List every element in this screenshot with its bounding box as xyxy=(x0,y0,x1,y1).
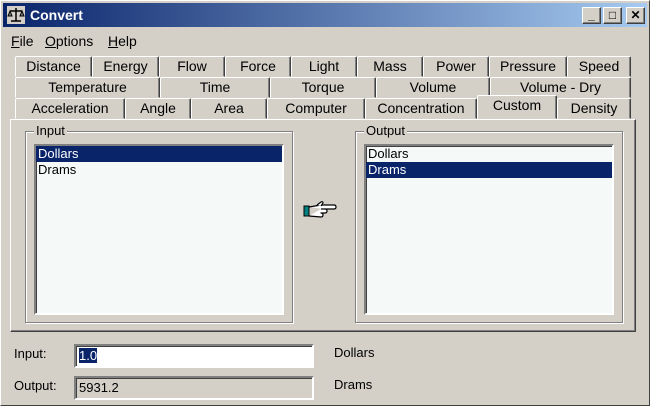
menu-help[interactable]: Help xyxy=(108,33,137,49)
scale-icon xyxy=(7,6,25,24)
tab-force[interactable]: Force xyxy=(225,56,291,77)
tab-pressure[interactable]: Pressure xyxy=(489,56,567,77)
pointing-hand-icon xyxy=(303,201,337,218)
tab-light[interactable]: Light xyxy=(291,56,357,77)
tab-energy[interactable]: Energy xyxy=(92,56,159,77)
convert-window: Convert _ □ ✕ File Options Help Distance… xyxy=(0,0,650,406)
tab-concentration[interactable]: Concentration xyxy=(365,98,477,119)
output-group-label: Output xyxy=(364,123,408,139)
menu-file[interactable]: File xyxy=(11,33,34,49)
list-item[interactable]: Drams xyxy=(36,162,282,178)
close-button[interactable]: ✕ xyxy=(626,7,645,24)
tab-volume[interactable]: Volume xyxy=(376,77,490,98)
list-item[interactable]: Drams xyxy=(366,162,612,178)
tab-torque[interactable]: Torque xyxy=(270,77,376,98)
tab-custom[interactable]: Custom xyxy=(477,95,557,119)
tab-temperature[interactable]: Temperature xyxy=(15,77,160,98)
window-title: Convert xyxy=(30,7,83,23)
tab-distance[interactable]: Distance xyxy=(15,56,92,77)
input-value-field[interactable]: 1.0 xyxy=(74,344,314,368)
minimize-button[interactable]: _ xyxy=(582,7,601,24)
input-value-text: 1.0 xyxy=(79,348,98,363)
tab-time[interactable]: Time xyxy=(160,77,270,98)
input-label: Input: xyxy=(14,346,47,361)
tab-power[interactable]: Power xyxy=(423,56,489,77)
tab-angle[interactable]: Angle xyxy=(125,98,191,119)
title-bar[interactable]: Convert _ □ ✕ xyxy=(3,3,647,27)
output-unit-label: Drams xyxy=(334,377,373,392)
menu-options[interactable]: Options xyxy=(45,33,93,49)
list-item[interactable]: Dollars xyxy=(36,146,282,162)
tab-acceleration[interactable]: Acceleration xyxy=(15,98,125,119)
output-unit-list[interactable]: Dollars Drams xyxy=(364,144,614,315)
tab-speed[interactable]: Speed xyxy=(567,56,631,77)
tab-computer[interactable]: Computer xyxy=(267,98,365,119)
output-label: Output: xyxy=(14,378,57,393)
input-group-label: Input xyxy=(34,123,67,139)
tab-flow[interactable]: Flow xyxy=(159,56,225,77)
list-item[interactable]: Dollars xyxy=(366,146,612,162)
tab-density[interactable]: Density xyxy=(557,98,631,119)
maximize-button[interactable]: □ xyxy=(603,7,622,24)
tab-area[interactable]: Area xyxy=(191,98,267,119)
tab-mass[interactable]: Mass xyxy=(357,56,423,77)
output-value-field: 5931.2 xyxy=(74,376,314,400)
input-unit-list[interactable]: Dollars Drams xyxy=(34,144,284,315)
input-unit-label: Dollars xyxy=(334,345,375,360)
